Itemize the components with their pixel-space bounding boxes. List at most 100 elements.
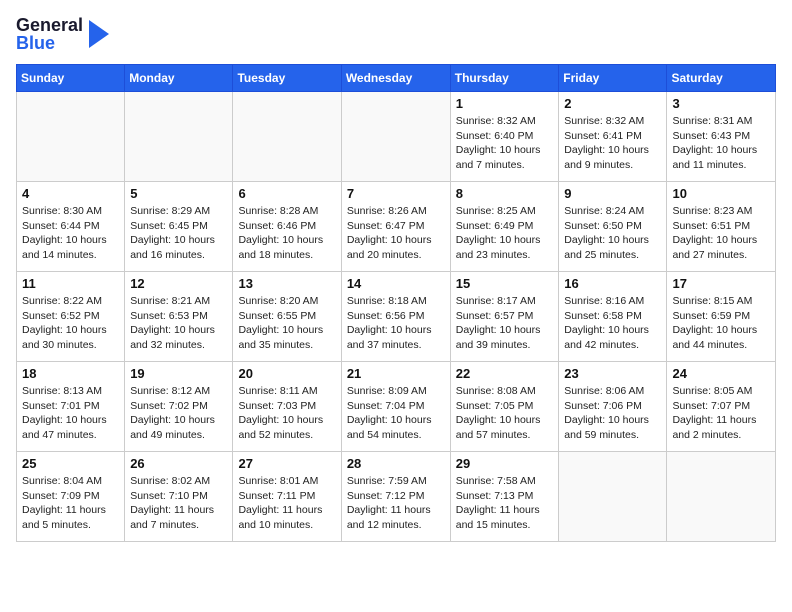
cell-content-21: 21Sunrise: 8:09 AMSunset: 7:04 PMDayligh… bbox=[347, 366, 445, 443]
cell-content-7: 7Sunrise: 8:26 AMSunset: 6:47 PMDaylight… bbox=[347, 186, 445, 263]
day-info: Sunrise: 8:15 AMSunset: 6:59 PMDaylight:… bbox=[672, 294, 770, 353]
day-info: Sunrise: 8:26 AMSunset: 6:47 PMDaylight:… bbox=[347, 204, 445, 263]
week-row-5: 25 Sunrise: 8:04 AMSunset: 7:09 PMDayligh… bbox=[17, 452, 776, 542]
cell-content-22: 22 Sunrise: 8:08 AMSunset: 7:05 PMDayligh… bbox=[456, 366, 554, 443]
calendar-cell: 28 Sunrise: 7:59 AMSunset: 7:12 PMDayligh… bbox=[341, 452, 450, 542]
calendar-cell: 27 Sunrise: 8:01 AMSunset: 7:11 PMDayligh… bbox=[233, 452, 341, 542]
day-number: 15 bbox=[456, 276, 554, 291]
cell-content-13: 13Sunrise: 8:20 AMSunset: 6:55 PMDayligh… bbox=[238, 276, 335, 353]
day-info: Sunrise: 8:32 AMSunset: 6:41 PMDaylight:… bbox=[564, 114, 661, 173]
header-tuesday: Tuesday bbox=[233, 65, 341, 92]
day-info: Sunrise: 8:31 AMSunset: 6:43 PMDaylight:… bbox=[672, 114, 770, 173]
day-info: Sunrise: 8:28 AMSunset: 6:46 PMDaylight:… bbox=[238, 204, 335, 263]
calendar-cell: 18Sunrise: 8:13 AMSunset: 7:01 PMDayligh… bbox=[17, 362, 125, 452]
day-number: 14 bbox=[347, 276, 445, 291]
header-monday: Monday bbox=[125, 65, 233, 92]
day-number: 8 bbox=[456, 186, 554, 201]
day-number: 4 bbox=[22, 186, 119, 201]
day-number: 26 bbox=[130, 456, 227, 471]
header-wednesday: Wednesday bbox=[341, 65, 450, 92]
calendar-cell bbox=[17, 92, 125, 182]
calendar-cell: 6Sunrise: 8:28 AMSunset: 6:46 PMDaylight… bbox=[233, 182, 341, 272]
cell-content-6: 6Sunrise: 8:28 AMSunset: 6:46 PMDaylight… bbox=[238, 186, 335, 263]
day-number: 9 bbox=[564, 186, 661, 201]
day-number: 22 bbox=[456, 366, 554, 381]
calendar-header-row: SundayMondayTuesdayWednesdayThursdayFrid… bbox=[17, 65, 776, 92]
day-info: Sunrise: 8:29 AMSunset: 6:45 PMDaylight:… bbox=[130, 204, 227, 263]
cell-content-26: 26 Sunrise: 8:02 AMSunset: 7:10 PMDayligh… bbox=[130, 456, 227, 533]
day-info: Sunrise: 8:09 AMSunset: 7:04 PMDaylight:… bbox=[347, 384, 445, 443]
day-number: 1 bbox=[456, 96, 554, 111]
day-number: 28 bbox=[347, 456, 445, 471]
day-number: 18 bbox=[22, 366, 119, 381]
calendar-cell: 9 Sunrise: 8:24 AMSunset: 6:50 PMDaylight… bbox=[559, 182, 667, 272]
day-info: Sunrise: 8:17 AMSunset: 6:57 PMDaylight:… bbox=[456, 294, 554, 353]
week-row-4: 18Sunrise: 8:13 AMSunset: 7:01 PMDayligh… bbox=[17, 362, 776, 452]
day-info: Sunrise: 7:58 AMSunset: 7:13 PMDaylight:… bbox=[456, 474, 554, 533]
day-info: Sunrise: 8:05 AMSunset: 7:07 PMDaylight:… bbox=[672, 384, 770, 443]
calendar-cell: 13Sunrise: 8:20 AMSunset: 6:55 PMDayligh… bbox=[233, 272, 341, 362]
cell-content-29: 29 Sunrise: 7:58 AMSunset: 7:13 PMDayligh… bbox=[456, 456, 554, 533]
calendar-cell: 11Sunrise: 8:22 AMSunset: 6:52 PMDayligh… bbox=[17, 272, 125, 362]
day-info: Sunrise: 8:16 AMSunset: 6:58 PMDaylight:… bbox=[564, 294, 661, 353]
day-info: Sunrise: 8:32 AMSunset: 6:40 PMDaylight:… bbox=[456, 114, 554, 173]
calendar-cell bbox=[559, 452, 667, 542]
logo-general-text: General bbox=[16, 16, 83, 34]
cell-content-16: 16Sunrise: 8:16 AMSunset: 6:58 PMDayligh… bbox=[564, 276, 661, 353]
cell-content-18: 18Sunrise: 8:13 AMSunset: 7:01 PMDayligh… bbox=[22, 366, 119, 443]
day-info: Sunrise: 8:04 AMSunset: 7:09 PMDaylight:… bbox=[22, 474, 119, 533]
day-info: Sunrise: 8:25 AMSunset: 6:49 PMDaylight:… bbox=[456, 204, 554, 263]
calendar-cell: 29 Sunrise: 7:58 AMSunset: 7:13 PMDayligh… bbox=[450, 452, 559, 542]
cell-content-12: 12Sunrise: 8:21 AMSunset: 6:53 PMDayligh… bbox=[130, 276, 227, 353]
day-number: 25 bbox=[22, 456, 119, 471]
day-number: 23 bbox=[564, 366, 661, 381]
logo: General Blue bbox=[16, 16, 113, 52]
day-number: 27 bbox=[238, 456, 335, 471]
cell-content-14: 14 Sunrise: 8:18 AMSunset: 6:56 PMDayligh… bbox=[347, 276, 445, 353]
day-info: Sunrise: 8:02 AMSunset: 7:10 PMDaylight:… bbox=[130, 474, 227, 533]
day-number: 5 bbox=[130, 186, 227, 201]
calendar-cell: 15 Sunrise: 8:17 AMSunset: 6:57 PMDayligh… bbox=[450, 272, 559, 362]
calendar-cell: 3 Sunrise: 8:31 AMSunset: 6:43 PMDaylight… bbox=[667, 92, 776, 182]
calendar-cell: 17 Sunrise: 8:15 AMSunset: 6:59 PMDayligh… bbox=[667, 272, 776, 362]
day-info: Sunrise: 8:24 AMSunset: 6:50 PMDaylight:… bbox=[564, 204, 661, 263]
day-number: 3 bbox=[672, 96, 770, 111]
day-number: 13 bbox=[238, 276, 335, 291]
calendar-cell: 14 Sunrise: 8:18 AMSunset: 6:56 PMDayligh… bbox=[341, 272, 450, 362]
header-sunday: Sunday bbox=[17, 65, 125, 92]
header-thursday: Thursday bbox=[450, 65, 559, 92]
calendar-cell: 4Sunrise: 8:30 AMSunset: 6:44 PMDaylight… bbox=[17, 182, 125, 272]
calendar-cell: 7Sunrise: 8:26 AMSunset: 6:47 PMDaylight… bbox=[341, 182, 450, 272]
calendar-cell: 20Sunrise: 8:11 AMSunset: 7:03 PMDayligh… bbox=[233, 362, 341, 452]
day-number: 17 bbox=[672, 276, 770, 291]
day-info: Sunrise: 7:59 AMSunset: 7:12 PMDaylight:… bbox=[347, 474, 445, 533]
calendar-cell bbox=[125, 92, 233, 182]
week-row-1: 1 Sunrise: 8:32 AMSunset: 6:40 PMDaylight… bbox=[17, 92, 776, 182]
calendar-cell: 22 Sunrise: 8:08 AMSunset: 7:05 PMDayligh… bbox=[450, 362, 559, 452]
cell-content-28: 28 Sunrise: 7:59 AMSunset: 7:12 PMDayligh… bbox=[347, 456, 445, 533]
cell-content-27: 27 Sunrise: 8:01 AMSunset: 7:11 PMDayligh… bbox=[238, 456, 335, 533]
calendar-cell: 2Sunrise: 8:32 AMSunset: 6:41 PMDaylight… bbox=[559, 92, 667, 182]
day-info: Sunrise: 8:18 AMSunset: 6:56 PMDaylight:… bbox=[347, 294, 445, 353]
calendar-cell: 5 Sunrise: 8:29 AMSunset: 6:45 PMDaylight… bbox=[125, 182, 233, 272]
calendar-cell: 25 Sunrise: 8:04 AMSunset: 7:09 PMDayligh… bbox=[17, 452, 125, 542]
calendar-cell: 8 Sunrise: 8:25 AMSunset: 6:49 PMDaylight… bbox=[450, 182, 559, 272]
cell-content-11: 11Sunrise: 8:22 AMSunset: 6:52 PMDayligh… bbox=[22, 276, 119, 353]
header-saturday: Saturday bbox=[667, 65, 776, 92]
day-number: 11 bbox=[22, 276, 119, 291]
cell-content-24: 24Sunrise: 8:05 AMSunset: 7:07 PMDayligh… bbox=[672, 366, 770, 443]
day-info: Sunrise: 8:08 AMSunset: 7:05 PMDaylight:… bbox=[456, 384, 554, 443]
calendar-cell: 16Sunrise: 8:16 AMSunset: 6:58 PMDayligh… bbox=[559, 272, 667, 362]
cell-content-20: 20Sunrise: 8:11 AMSunset: 7:03 PMDayligh… bbox=[238, 366, 335, 443]
calendar-cell bbox=[341, 92, 450, 182]
day-number: 20 bbox=[238, 366, 335, 381]
day-info: Sunrise: 8:12 AMSunset: 7:02 PMDaylight:… bbox=[130, 384, 227, 443]
day-number: 29 bbox=[456, 456, 554, 471]
day-info: Sunrise: 8:01 AMSunset: 7:11 PMDaylight:… bbox=[238, 474, 335, 533]
day-info: Sunrise: 8:06 AMSunset: 7:06 PMDaylight:… bbox=[564, 384, 661, 443]
cell-content-2: 2Sunrise: 8:32 AMSunset: 6:41 PMDaylight… bbox=[564, 96, 661, 173]
calendar-table: SundayMondayTuesdayWednesdayThursdayFrid… bbox=[16, 64, 776, 542]
calendar-cell: 21Sunrise: 8:09 AMSunset: 7:04 PMDayligh… bbox=[341, 362, 450, 452]
cell-content-10: 10Sunrise: 8:23 AMSunset: 6:51 PMDayligh… bbox=[672, 186, 770, 263]
cell-content-19: 19Sunrise: 8:12 AMSunset: 7:02 PMDayligh… bbox=[130, 366, 227, 443]
